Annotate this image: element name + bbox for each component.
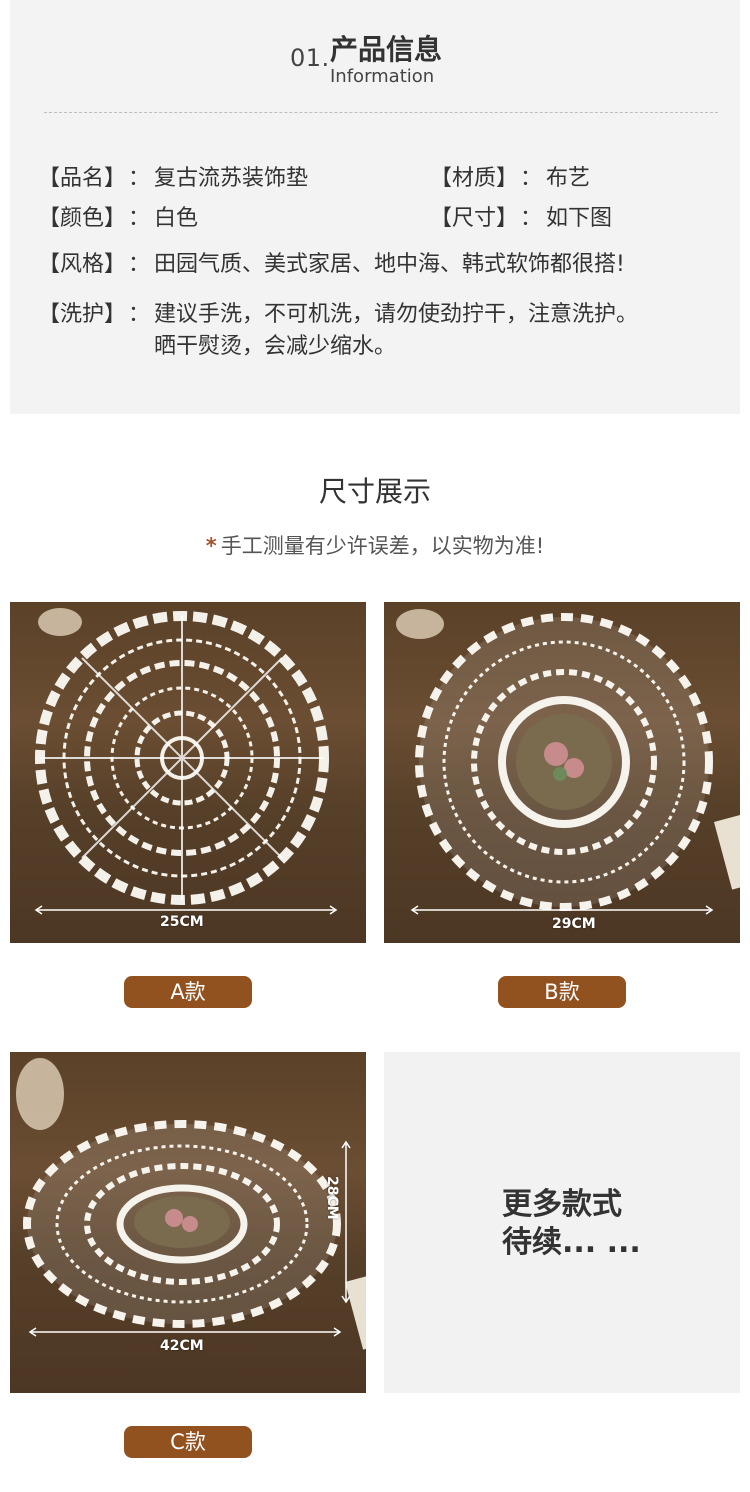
info-value: 复古流苏装饰垫 — [154, 166, 309, 191]
info-value: 白色 — [154, 206, 199, 231]
height-label: 28CM — [324, 1176, 340, 1220]
info-row-care: 【洗护】 ： 建议手洗，不可机洗，请勿使劲拧干，注意洗护。 晒干熨烫，会减少缩水… — [38, 296, 728, 360]
info-row-size: 【尺寸】 ： 如下图 — [430, 200, 730, 231]
dashed-divider — [44, 112, 718, 113]
info-row-color: 【颜色】 ： 白色 — [38, 200, 378, 231]
info-value: 如下图 — [546, 206, 613, 231]
product-b-label: B款 — [498, 976, 626, 1008]
size-note: * 手工测量有少许误差，以实物为准! — [0, 530, 750, 560]
size-section-title: 尺寸展示 — [318, 475, 431, 508]
info-row-material: 【材质】 ： 布艺 — [430, 160, 730, 191]
info-colon: ： — [520, 166, 543, 191]
product-a-photo: 25CM — [10, 602, 366, 943]
section-subtitle: Information — [330, 66, 435, 87]
width-label: 29CM — [552, 916, 596, 932]
info-label: 【品名】 — [38, 166, 127, 191]
info-colon: ： — [128, 252, 151, 277]
product-c-photo: 42CM 28CM — [10, 1052, 366, 1393]
info-value-line2: 晒干熨烫，会减少缩水。 — [154, 334, 397, 359]
width-label: 25CM — [160, 914, 204, 930]
product-a-label: A款 — [124, 976, 252, 1008]
info-colon: ： — [128, 302, 151, 327]
doily-b-illustration — [396, 609, 740, 915]
info-label: 【尺寸】 — [430, 206, 519, 231]
info-label: 【风格】 — [38, 252, 127, 277]
section-number: 01. — [290, 44, 330, 72]
more-styles-panel: 更多款式 待续... ... — [384, 1052, 740, 1393]
info-label: 【洗护】 — [38, 302, 127, 327]
info-row-name: 【品名】 ： 复古流苏装饰垫 — [38, 160, 378, 191]
product-b-photo: 29CM — [384, 602, 740, 943]
info-value: 布艺 — [546, 166, 591, 191]
info-colon: ： — [128, 206, 151, 231]
section-title: 产品信息 — [330, 33, 443, 66]
info-row-style: 【风格】 ： 田园气质、美式家居、地中海、韩式软饰都很搭! — [38, 246, 728, 277]
info-label: 【材质】 — [430, 166, 519, 191]
asterisk-icon: * — [205, 534, 217, 558]
info-colon: ： — [520, 206, 543, 231]
info-label: 【颜色】 — [38, 206, 127, 231]
info-value: 田园气质、美式家居、地中海、韩式软饰都很搭! — [154, 252, 625, 277]
size-note-text: 手工测量有少许误差，以实物为准! — [220, 534, 545, 558]
width-label: 42CM — [160, 1338, 204, 1354]
product-c-label: C款 — [124, 1426, 252, 1458]
info-colon: ： — [128, 166, 151, 191]
doily-a-illustration — [34, 608, 338, 915]
more-styles-text: 更多款式 待续... ... — [502, 1187, 641, 1260]
info-value-line1: 建议手洗，不可机洗，请勿使劲拧干，注意洗护。 — [154, 302, 639, 327]
